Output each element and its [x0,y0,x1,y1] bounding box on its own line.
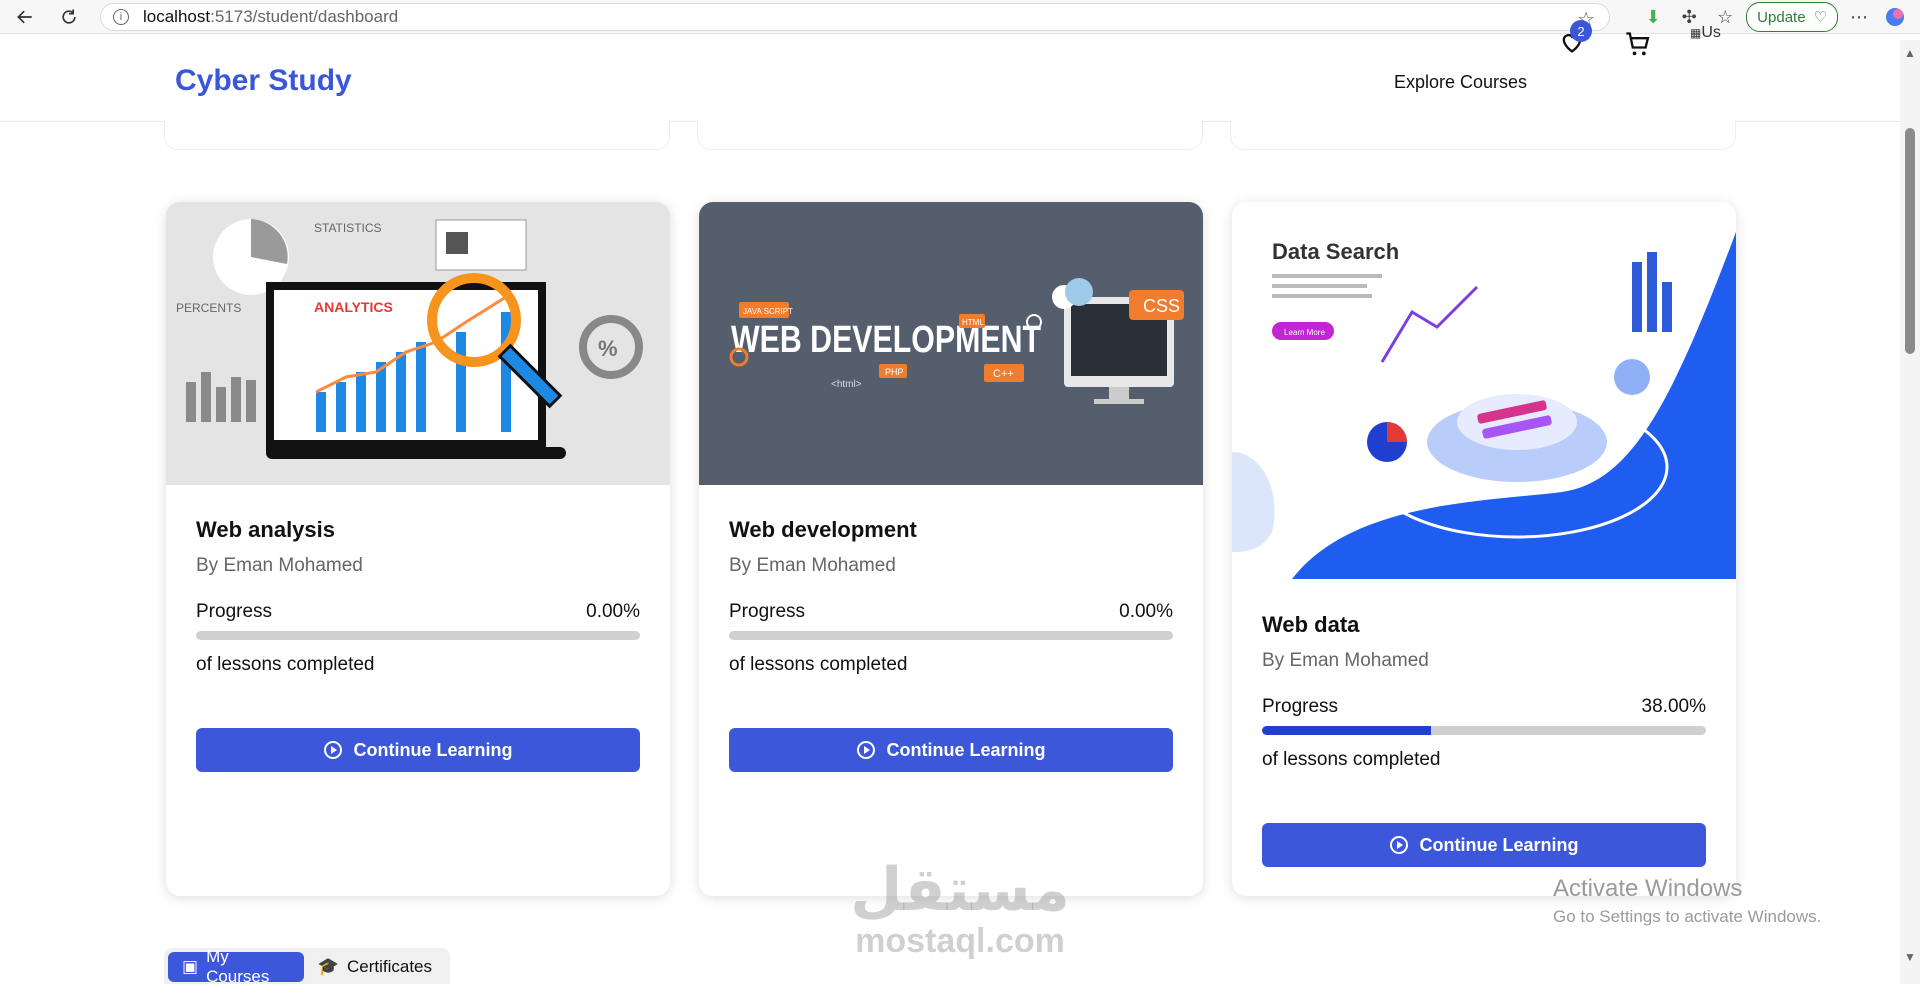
progress-value: 38.00% [1641,696,1706,717]
course-card-body: Web data By Eman Mohamed Progress 38.00%… [1262,612,1706,867]
continue-learning-label: Continue Learning [1419,834,1579,855]
play-circle-icon [1389,836,1408,854]
thumb-text: STATISTICS [314,221,382,235]
progress-row: Progress 0.00% [729,601,1173,623]
lessons-completed-text: of lessons completed [729,654,908,675]
course-card: WEB DEVELOPMENT CSS JAVA SCRIPT HTML PHP… [699,202,1203,896]
explore-courses-link[interactable]: Explore Courses [1394,72,1527,93]
course-card-body: Web analysis By Eman Mohamed Progress 0.… [196,517,640,772]
lessons-completed-text: of lessons completed [1262,749,1441,770]
thumb-text: ANALYTICS [314,299,393,315]
previous-card-2 [697,120,1203,150]
course-card: Learn More Data Search Web data By Eman … [1232,202,1736,896]
progress-label: Progress [196,601,273,622]
progress-value: 0.00% [586,601,640,622]
thumb-text: PHP [885,367,904,377]
thumb-text: WEB DEVELOPMENT [731,319,1041,361]
browser-toolbar: i localhost:5173/student/dashboard ☆ ⬇ ✣… [0,0,1920,34]
progress-label: Progress [1262,696,1339,717]
browser-extensions: ⬇ ✣ ☆ Update ♡ ⋯ [1638,0,1920,34]
site-watermark: مستقل mostaql.com [840,858,1080,961]
app-header: Cyber Study Explore Courses [0,40,1900,122]
previous-card-1 [164,120,670,150]
continue-learning-button[interactable]: Continue Learning [729,728,1173,772]
course-author: By Eman Mohamed [196,555,363,576]
continue-learning-label: Continue Learning [353,739,513,760]
cart-button[interactable] [1624,30,1652,58]
course-author: By Eman Mohamed [1262,650,1429,671]
thumb-text: HTML [962,318,984,327]
reload-icon [62,9,76,24]
tab-my-courses[interactable]: ▣ My Courses [168,947,304,986]
thumb-text: JAVA SCRIPT [743,307,793,316]
continue-learning-button[interactable]: Continue Learning [1262,823,1706,867]
reload-button[interactable] [52,0,86,34]
continue-learning-label: Continue Learning [886,739,1046,760]
thumb-text: CSS [1143,296,1180,316]
copilot-icon[interactable] [1880,2,1910,32]
url-host: localhost [143,7,211,26]
course-thumbnail: WEB DEVELOPMENT CSS JAVA SCRIPT HTML PHP… [699,202,1203,485]
progress-bar [196,631,640,640]
course-author: By Eman Mohamed [729,555,896,576]
thumb-text: PERCENTS [176,301,241,315]
thumb-text: C++ [993,368,1014,380]
broken-image-icon: ▦ [1690,26,1702,40]
download-icon[interactable]: ⬇ [1638,2,1668,32]
previous-card-3 [1230,120,1736,150]
avatar-alt-text: Us [1701,24,1721,41]
progress-value: 0.00% [1119,601,1173,622]
thumb-text: <html> [831,379,862,390]
play-circle-icon [856,741,875,759]
tab-label: My Courses [206,947,270,986]
brand-logo[interactable]: Cyber Study [175,64,352,98]
activate-subtitle: Go to Settings to activate Windows. [1553,907,1822,926]
tab-certificates[interactable]: 🎓 Certificates [304,952,446,982]
progress-bar [1262,726,1706,735]
progress-bar [729,631,1173,640]
progress-row: Progress 0.00% [196,601,640,623]
watermark-arabic: مستقل [850,855,1070,925]
url-path: :5173/student/dashboard [210,7,399,26]
course-thumbnail: Learn More Data Search [1232,202,1736,579]
activate-title: Activate Windows [1553,875,1743,902]
thumb-text: Data Search [1272,239,1399,264]
info-icon[interactable]: i [113,9,129,25]
watermark-english: mostaql.com [855,922,1065,960]
arrow-left-icon [17,10,32,24]
update-label: Update [1757,8,1806,26]
progress-row: Progress 38.00% [1262,696,1706,718]
back-button[interactable] [8,0,42,34]
scroll-up-arrow-icon[interactable]: ▲ [1904,46,1916,60]
svg-text:%: % [598,336,618,361]
dashboard-tabs: ▣ My Courses 🎓 Certificates [164,947,450,986]
course-card: % STATISTICS PERCENTS ANALYTICS Web anal… [166,202,670,896]
address-bar[interactable]: i localhost:5173/student/dashboard ☆ [100,3,1610,31]
book-icon: ▣ [182,957,199,976]
update-button[interactable]: Update ♡ [1746,2,1838,32]
course-card-body: Web development By Eman Mohamed Progress… [729,517,1173,772]
course-title[interactable]: Web data [1262,612,1706,638]
progress-label: Progress [729,601,806,622]
heart-pulse-icon: ♡ [1813,9,1827,26]
user-avatar[interactable]: ▦Us [1690,24,1726,60]
more-icon[interactable]: ⋯ [1844,2,1874,32]
activate-windows-notice: Activate Windows Go to Settings to activ… [1553,875,1821,927]
scrollbar-thumb[interactable] [1905,128,1915,354]
tab-label: Certificates [346,957,432,976]
progress-fill [1262,726,1431,735]
thumb-text: Learn More [1284,328,1325,337]
graduation-cap-icon: 🎓 [317,957,339,976]
lessons-completed-text: of lessons completed [196,654,375,675]
continue-learning-button[interactable]: Continue Learning [196,728,640,772]
scroll-down-arrow-icon[interactable]: ▼ [1904,950,1916,964]
cart-icon [1626,32,1650,56]
course-title[interactable]: Web analysis [196,517,640,543]
wishlist-count-badge: 2 [1570,20,1592,42]
course-thumbnail: % STATISTICS PERCENTS ANALYTICS [166,202,670,485]
play-circle-icon [323,741,342,759]
page-scrollbar[interactable]: ▲ ▼ [1900,40,1920,984]
course-title[interactable]: Web development [729,517,1173,543]
